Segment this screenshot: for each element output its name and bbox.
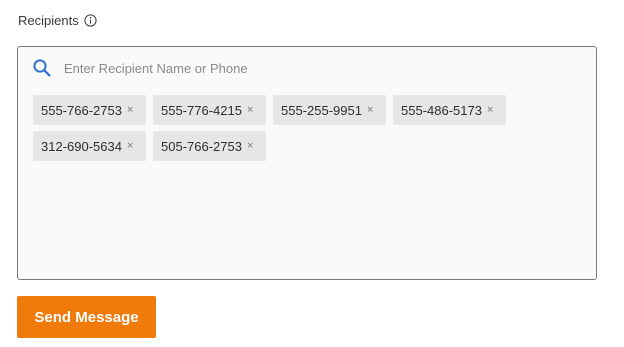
recipient-chip: 312-690-5634 × (33, 131, 146, 161)
recipient-chip: 555-776-4215 × (153, 95, 266, 125)
recipient-chip: 555-486-5173 × (393, 95, 506, 125)
send-message-button[interactable]: Send Message (17, 296, 156, 338)
recipient-chip: 555-766-2753 × (33, 95, 146, 125)
recipient-chip: 555-255-9951 × (273, 95, 386, 125)
recipient-chip-text: 505-766-2753 (161, 138, 242, 154)
recipient-chip-text: 555-776-4215 (161, 102, 242, 118)
recipient-chip-text: 555-255-9951 (281, 102, 362, 118)
recipient-chip: 505-766-2753 × (153, 131, 266, 161)
info-icon[interactable] (84, 14, 97, 27)
recipient-chip-text: 312-690-5634 (41, 138, 122, 154)
remove-recipient-icon[interactable]: × (367, 104, 373, 116)
remove-recipient-icon[interactable]: × (487, 104, 493, 116)
recipient-chip-text: 555-486-5173 (401, 102, 482, 118)
remove-recipient-icon[interactable]: × (127, 140, 133, 152)
recipient-chip-text: 555-766-2753 (41, 102, 122, 118)
remove-recipient-icon[interactable]: × (247, 104, 253, 116)
search-icon (32, 58, 52, 78)
recipient-search-input[interactable] (64, 60, 464, 76)
recipients-label: Recipients (18, 13, 79, 28)
recipients-label-row: Recipients (18, 13, 97, 28)
remove-recipient-icon[interactable]: × (247, 140, 253, 152)
recipient-chips: 555-766-2753 × 555-776-4215 × 555-255-99… (33, 95, 513, 161)
remove-recipient-icon[interactable]: × (127, 104, 133, 116)
recipients-box[interactable]: 555-766-2753 × 555-776-4215 × 555-255-99… (17, 46, 597, 280)
search-row (32, 58, 464, 78)
